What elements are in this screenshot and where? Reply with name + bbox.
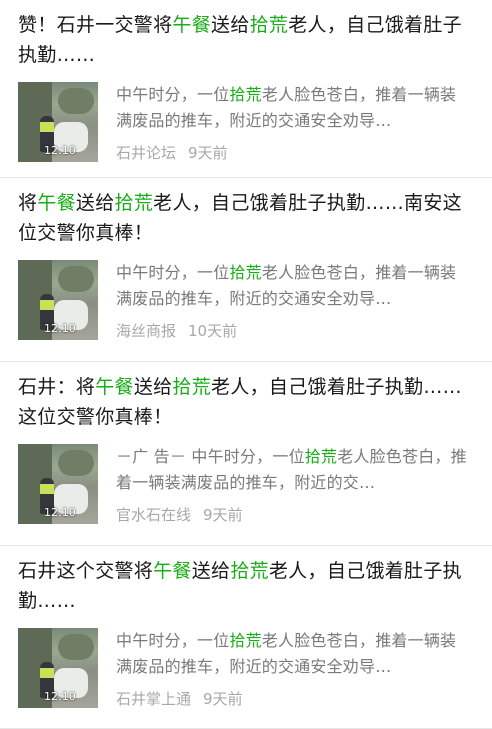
title-text: 将 — [18, 192, 38, 214]
thumbnail-timestamp: 12:10 — [44, 144, 76, 157]
title-text: 石井：将 — [18, 376, 96, 398]
result-card[interactable]: 石井：将午餐送给拾荒老人，自己饿着肚子执勤……这位交警你真棒！ 12:10 －广… — [0, 362, 492, 546]
snippet-keyword: 拾荒 — [229, 85, 262, 104]
result-snippet: 中午时分，一位拾荒老人脸色苍白，推着一辆装满废品的推车，附近的交通安全劝导… — [116, 631, 457, 676]
result-title[interactable]: 赞！石井一交警将午餐送给拾荒老人，自己饿着肚子执勤…… — [18, 10, 470, 70]
result-title[interactable]: 石井这个交警将午餐送给拾荒老人，自己饿着肚子执勤…… — [18, 556, 470, 616]
result-source[interactable]: 官水石在线 — [116, 506, 191, 524]
result-snippet: 中午时分，一位拾荒老人脸色苍白，推着一辆装满废品的推车，附近的交通安全劝导… — [116, 85, 457, 130]
title-text: 石井这个交警将 — [18, 560, 154, 582]
title-text: 送给 — [133, 376, 173, 398]
title-keyword: 午餐 — [153, 560, 192, 582]
snippet-keyword: 拾荒 — [229, 263, 262, 282]
result-meta: 石井掌上通 9天前 — [116, 688, 470, 709]
title-keyword: 拾荒 — [230, 560, 269, 582]
title-keyword: 拾荒 — [114, 192, 154, 214]
result-thumbnail[interactable]: 12:10 — [18, 260, 98, 340]
result-meta: 石井论坛 9天前 — [116, 142, 470, 163]
result-source[interactable]: 海丝商报 — [116, 322, 176, 340]
result-thumbnail[interactable]: 12:10 — [18, 628, 98, 708]
search-results-feed: 赞！石井一交警将午餐送给拾荒老人，自己饿着肚子执勤…… 12:10 中午时分，一… — [0, 0, 492, 729]
snippet-keyword: 拾荒 — [229, 631, 262, 650]
result-time-ago: 9天前 — [188, 144, 228, 162]
result-thumbnail[interactable]: 12:10 — [18, 82, 98, 162]
result-title[interactable]: 石井：将午餐送给拾荒老人，自己饿着肚子执勤……这位交警你真棒！ — [18, 372, 470, 432]
title-keyword: 午餐 — [172, 14, 212, 36]
title-keyword: 午餐 — [37, 192, 76, 214]
result-card[interactable]: 石井这个交警将午餐送给拾荒老人，自己饿着肚子执勤…… 12:10 中午时分，一位… — [0, 546, 492, 729]
result-meta: 官水石在线 9天前 — [116, 504, 470, 525]
result-source[interactable]: 石井论坛 — [116, 144, 176, 162]
result-card[interactable]: 赞！石井一交警将午餐送给拾荒老人，自己饿着肚子执勤…… 12:10 中午时分，一… — [0, 0, 492, 178]
thumbnail-timestamp: 12:10 — [44, 506, 76, 519]
result-time-ago: 9天前 — [203, 690, 243, 708]
result-source[interactable]: 石井掌上通 — [116, 690, 191, 708]
result-snippet: 中午时分，一位拾荒老人脸色苍白，推着一辆装满废品的推车，附近的交通安全劝导… — [116, 263, 457, 308]
result-time-ago: 9天前 — [203, 506, 243, 524]
title-text: 送给 — [191, 560, 231, 582]
result-meta: 海丝商报 10天前 — [116, 320, 470, 341]
thumbnail-timestamp: 12:10 — [44, 322, 76, 335]
title-keyword: 午餐 — [95, 376, 134, 398]
result-thumbnail[interactable]: 12:10 — [18, 444, 98, 524]
result-card[interactable]: 将午餐送给拾荒老人，自己饿着肚子执勤……南安这位交警你真棒！ 12:10 中午时… — [0, 178, 492, 362]
thumbnail-timestamp: 12:10 — [44, 690, 76, 703]
title-keyword: 拾荒 — [172, 376, 212, 398]
title-text: 送给 — [75, 192, 115, 214]
title-keyword: 拾荒 — [249, 14, 289, 36]
snippet-keyword: 拾荒 — [304, 447, 338, 466]
result-title[interactable]: 将午餐送给拾荒老人，自己饿着肚子执勤……南安这位交警你真棒！ — [18, 188, 470, 248]
title-text: 赞！石井一交警将 — [18, 14, 173, 36]
title-text: 送给 — [211, 14, 250, 36]
result-time-ago: 10天前 — [188, 322, 238, 340]
result-snippet: －广 告－ 中午时分，一位拾荒老人脸色苍白，推着一辆装满废品的推车，附近的交… — [116, 447, 467, 492]
